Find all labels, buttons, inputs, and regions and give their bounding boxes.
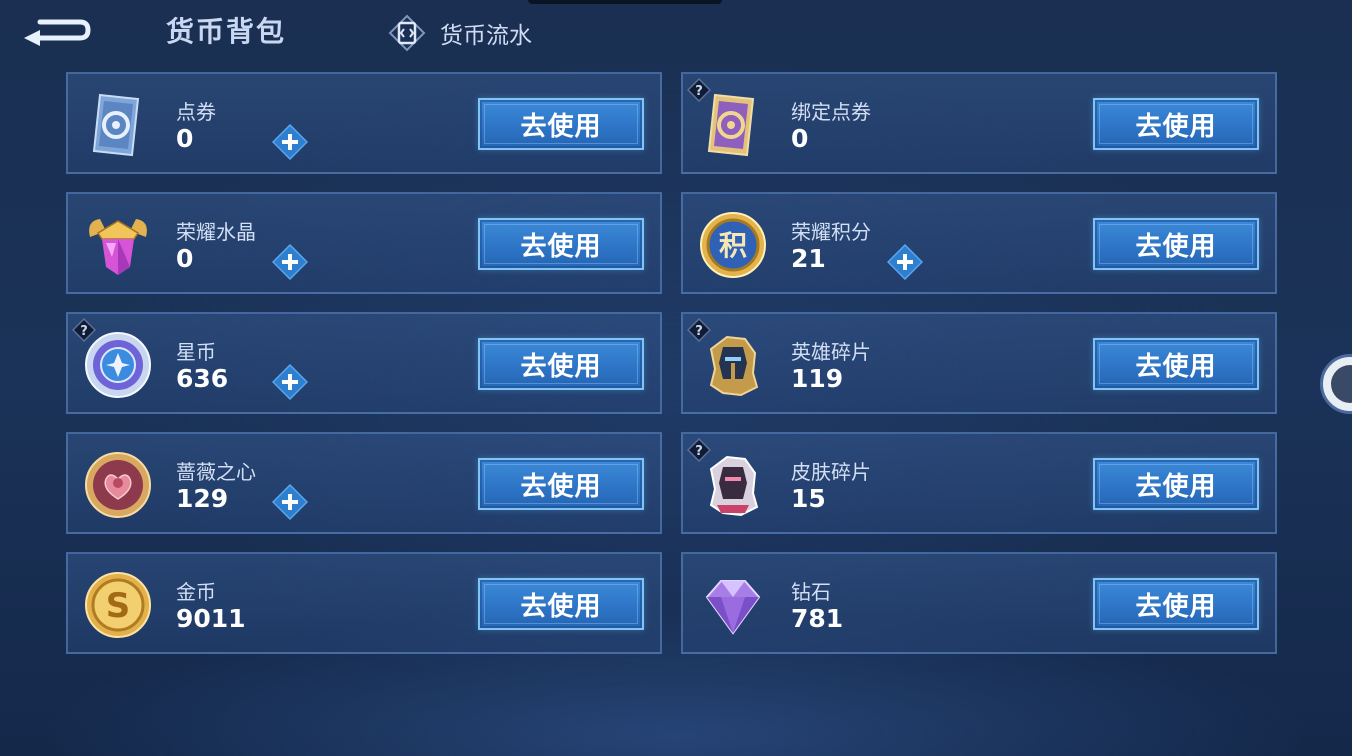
- tab-currency-flow-label: 货币流水: [440, 23, 532, 49]
- use-button[interactable]: 去使用: [478, 458, 644, 510]
- currency-name: 星币: [176, 340, 216, 364]
- currency-flow-icon: [388, 14, 426, 52]
- currency-amount: 0: [791, 124, 809, 153]
- currency-amount: 119: [791, 364, 844, 393]
- back-arrow-icon[interactable]: [20, 10, 94, 50]
- add-button-icon[interactable]: [272, 244, 308, 280]
- currency-card-glory-crystal: 荣耀水晶 0 去使用: [66, 192, 662, 294]
- currency-name: 荣耀积分: [791, 220, 871, 244]
- currency-card-glory-points: 积 荣耀积分 21 去使用: [681, 192, 1277, 294]
- currency-amount: 0: [176, 124, 194, 153]
- currency-name: 绑定点券: [791, 100, 871, 124]
- currency-amount: 0: [176, 244, 194, 273]
- skin-fragment-icon: [709, 455, 759, 517]
- add-button-icon[interactable]: [887, 244, 923, 280]
- glory-crystal-icon: [89, 219, 147, 275]
- diamond-icon: [705, 580, 761, 635]
- page-title: 货币背包: [166, 15, 287, 48]
- voucher-icon: [92, 93, 140, 157]
- star-coin-icon: [85, 332, 151, 398]
- currency-card-hero-fragment: ? 英雄碎片 119 去使用: [681, 312, 1277, 414]
- tab-currency-flow[interactable]: 货币流水: [388, 14, 532, 52]
- currency-amount: 636: [176, 364, 229, 393]
- currency-name: 皮肤碎片: [791, 460, 871, 484]
- currency-card-diamond: 钻石 781 去使用: [681, 552, 1277, 654]
- bound-voucher-icon: [707, 93, 755, 157]
- use-button[interactable]: 去使用: [1093, 338, 1259, 390]
- top-notch: [528, 0, 722, 4]
- currency-card-star-coin: ? 星币 636 去使用: [66, 312, 662, 414]
- add-button-icon[interactable]: [272, 124, 308, 160]
- currency-name: 点券: [176, 100, 216, 124]
- side-panel-handle[interactable]: [1320, 354, 1352, 414]
- currency-name: 金币: [176, 580, 216, 604]
- currency-amount: 781: [791, 604, 844, 633]
- currency-card-bound-voucher: ? 绑定点券 0 去使用: [681, 72, 1277, 174]
- currency-card-rose-heart: 蔷薇之心 129 去使用: [66, 432, 662, 534]
- use-button[interactable]: 去使用: [1093, 578, 1259, 630]
- add-button-icon[interactable]: [272, 484, 308, 520]
- currency-amount: 15: [791, 484, 826, 513]
- currency-name: 英雄碎片: [791, 340, 871, 364]
- glory-points-icon: 积: [700, 212, 766, 278]
- currency-card-voucher: 点券 0 去使用: [66, 72, 662, 174]
- currency-card-gold-coin: S 金币 9011 去使用: [66, 552, 662, 654]
- svg-text:S: S: [106, 586, 131, 626]
- use-button[interactable]: 去使用: [478, 578, 644, 630]
- use-button[interactable]: 去使用: [1093, 218, 1259, 270]
- currency-name: 蔷薇之心: [176, 460, 256, 484]
- gold-coin-icon: S: [85, 572, 151, 638]
- add-button-icon[interactable]: [272, 364, 308, 400]
- currency-amount: 21: [791, 244, 826, 273]
- use-button[interactable]: 去使用: [478, 98, 644, 150]
- use-button[interactable]: 去使用: [478, 338, 644, 390]
- use-button[interactable]: 去使用: [1093, 458, 1259, 510]
- hero-fragment-icon: [709, 335, 759, 397]
- rose-heart-icon: [85, 452, 151, 518]
- use-button[interactable]: 去使用: [1093, 98, 1259, 150]
- currency-name: 荣耀水晶: [176, 220, 256, 244]
- currency-amount: 9011: [176, 604, 246, 633]
- use-button[interactable]: 去使用: [478, 218, 644, 270]
- svg-text:积: 积: [719, 229, 747, 262]
- currency-name: 钻石: [791, 580, 831, 604]
- currency-card-skin-fragment: ? 皮肤碎片 15 去使用: [681, 432, 1277, 534]
- currency-amount: 129: [176, 484, 229, 513]
